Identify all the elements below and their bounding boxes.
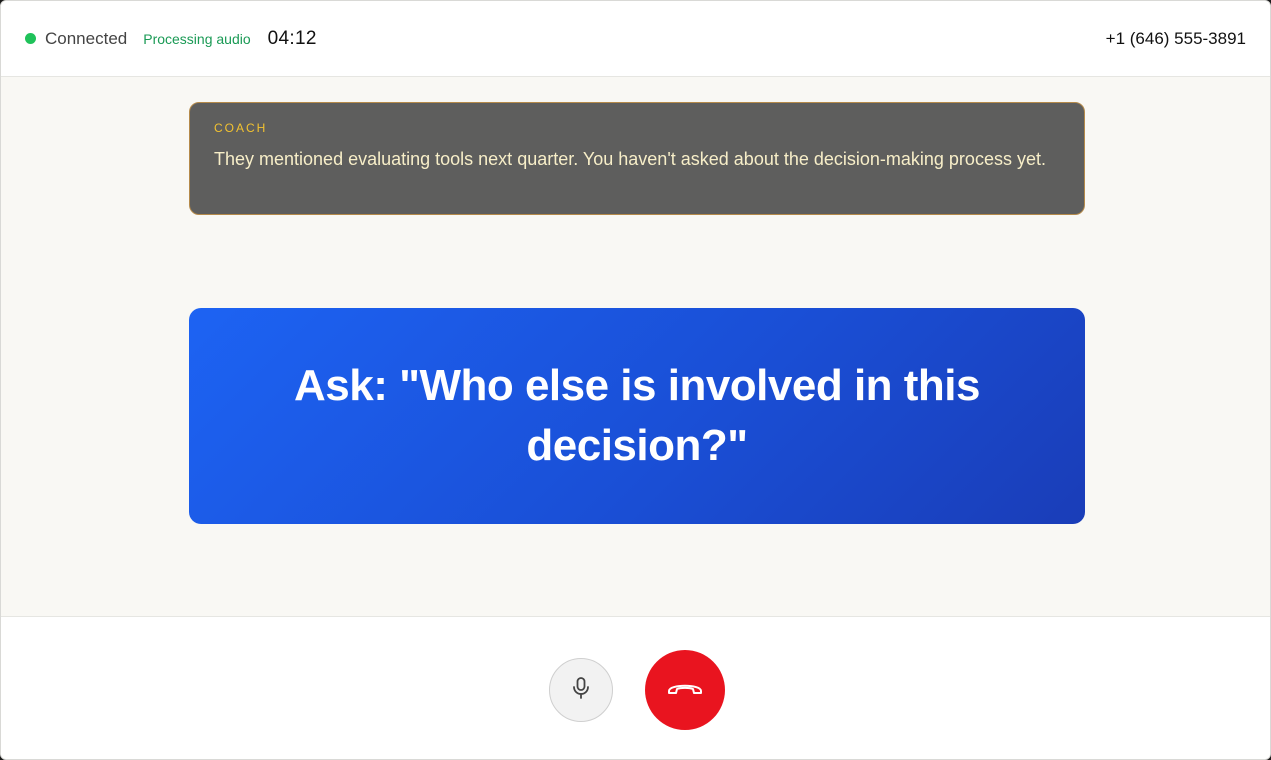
processing-status-label: Processing audio [143, 30, 251, 47]
connection-status-dot [25, 33, 36, 44]
call-status-bar: Connected Processing audio 04:12 +1 (646… [1, 1, 1270, 77]
suggested-prompt-text: Ask: "Who else is involved in this decis… [293, 361, 981, 470]
coach-label: COACH [214, 121, 268, 135]
call-window: Connected Processing audio 04:12 +1 (646… [0, 0, 1271, 760]
phone-number: +1 (646) 555-3891 [1105, 28, 1246, 48]
coach-card: COACH They mentioned evaluating tools ne… [189, 102, 1085, 215]
call-controls-bar [1, 616, 1270, 759]
phone-hangup-icon [665, 678, 705, 703]
mute-button[interactable] [549, 658, 613, 722]
hang-up-button[interactable] [645, 650, 725, 730]
connection-status-label: Connected [45, 28, 128, 48]
call-timer: 04:12 [267, 27, 317, 49]
suggested-prompt-card: Ask: "Who else is involved in this decis… [189, 308, 1085, 524]
coach-message: They mentioned evaluating tools next qua… [214, 149, 1046, 169]
microphone-icon [570, 676, 592, 705]
